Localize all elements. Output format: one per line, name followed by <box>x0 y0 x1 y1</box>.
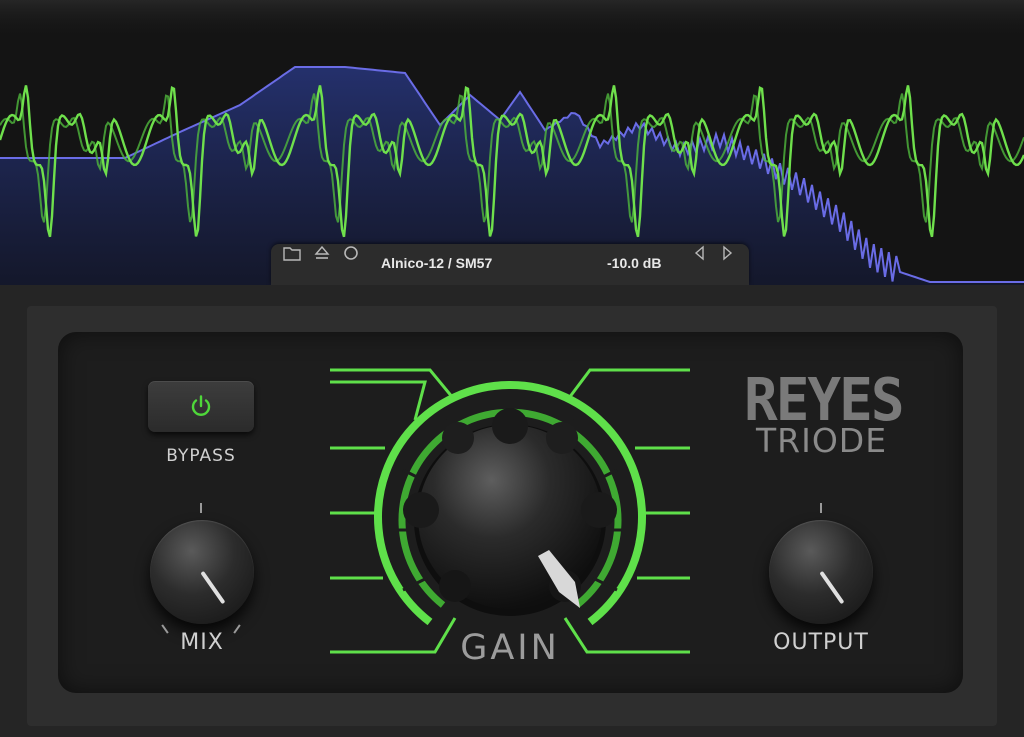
mix-pointer <box>200 570 226 605</box>
analyzer-top-shade <box>0 0 1024 40</box>
output-knob[interactable] <box>769 520 873 624</box>
eject-icon[interactable] <box>313 244 331 262</box>
bypass-button[interactable] <box>148 381 254 432</box>
gain-control <box>330 368 690 654</box>
output-pointer <box>819 570 845 605</box>
analyzer-display: Alnico-12 / SM57 -10.0 dB <box>0 0 1024 285</box>
mix-label: MIX <box>180 630 224 655</box>
power-icon <box>191 395 211 416</box>
preset-name[interactable]: Alnico-12 / SM57 <box>381 255 492 271</box>
circle-icon[interactable] <box>342 244 360 262</box>
mix-tick-top <box>200 503 202 513</box>
output-tick-top <box>820 503 822 513</box>
bypass-label: BYPASS <box>166 446 236 466</box>
mix-knob[interactable] <box>150 520 254 624</box>
gain-label: GAIN <box>460 628 560 668</box>
logo-line2: TRIODE <box>756 421 888 460</box>
preset-toolbar: Alnico-12 / SM57 -10.0 dB <box>271 244 749 285</box>
analyzer-graph <box>0 0 1024 285</box>
output-label: OUTPUT <box>773 630 869 655</box>
folder-icon[interactable] <box>283 244 301 262</box>
level-readout: -10.0 dB <box>607 255 662 271</box>
next-arrow-icon[interactable] <box>718 244 736 262</box>
prev-arrow-icon[interactable] <box>691 244 709 262</box>
